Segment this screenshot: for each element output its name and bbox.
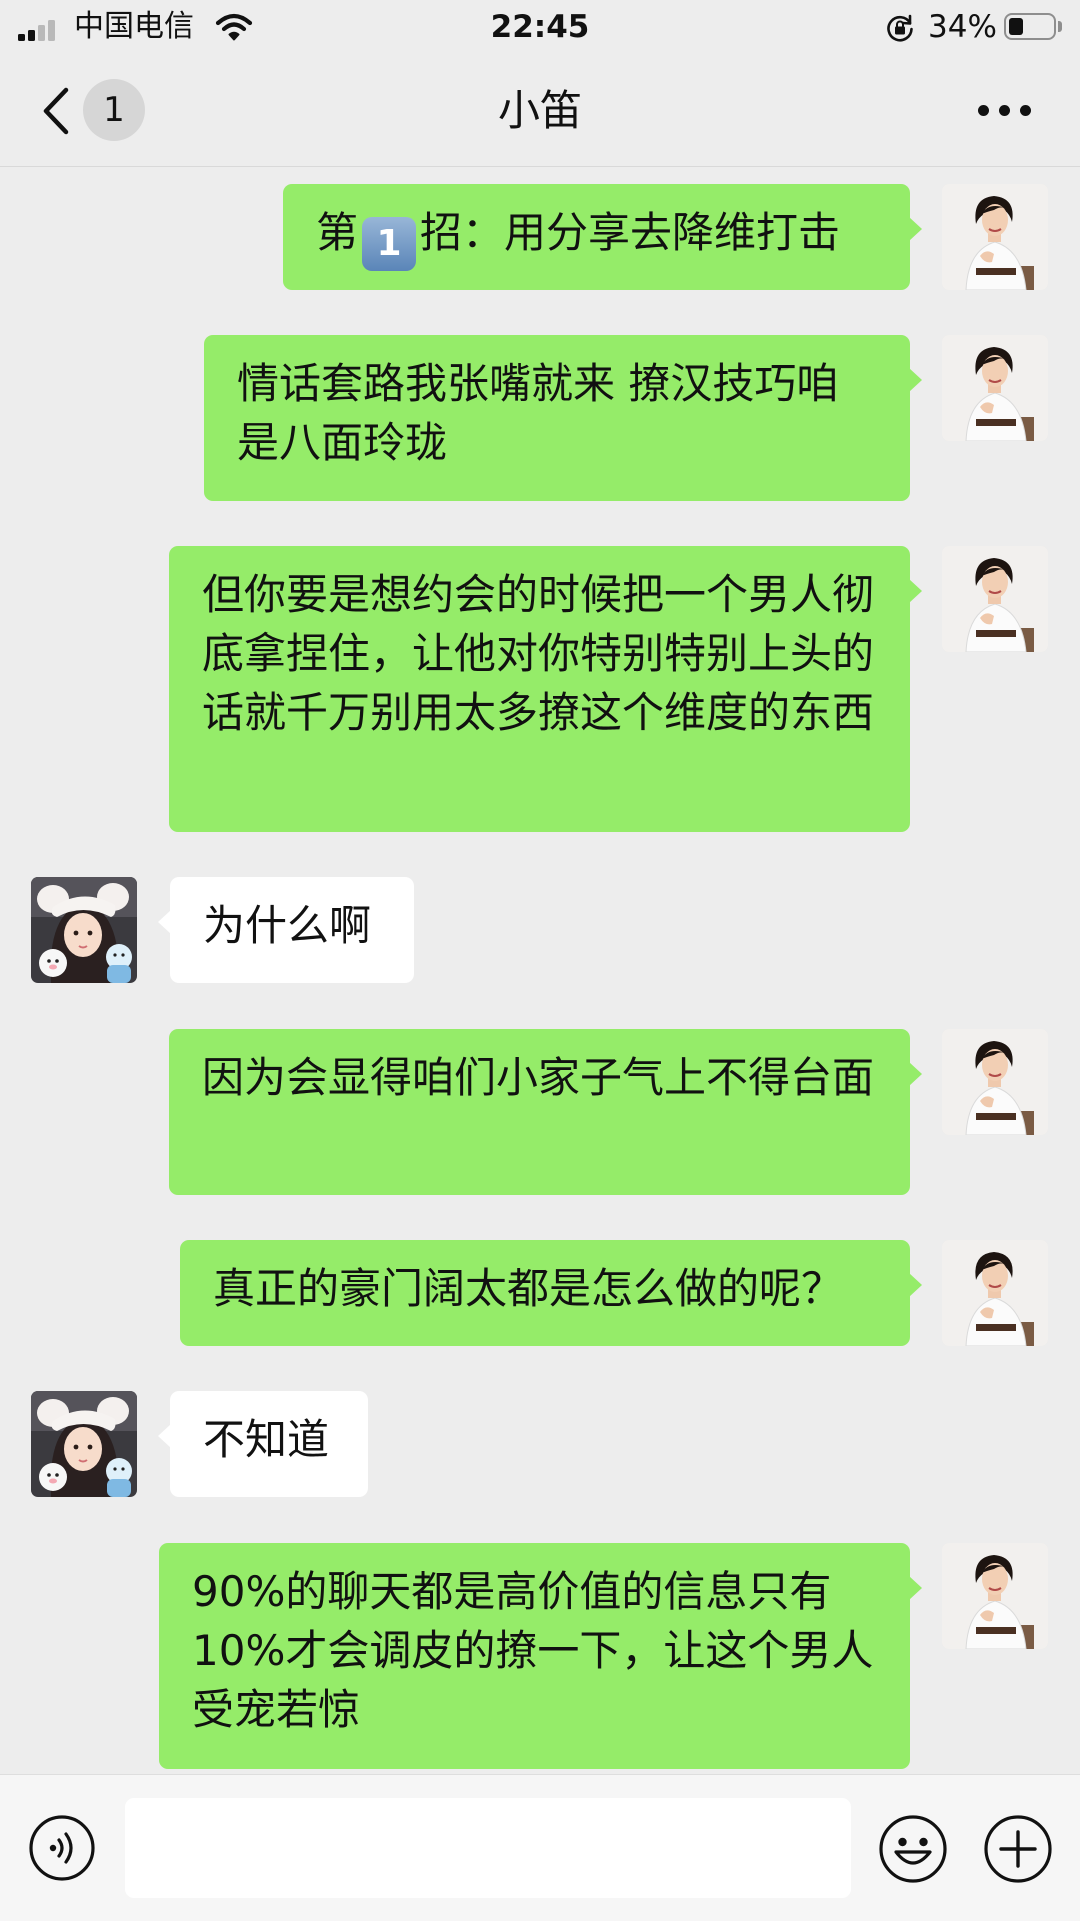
- chat-header: 1 小笛: [0, 56, 1080, 167]
- keycap-number-emoji: 1: [362, 217, 417, 271]
- outgoing-message-bubble[interactable]: 但你要是想约会的时候把一个男人彻底拿捏住，让他对你特别特别上头的话就千万别用太多…: [169, 546, 922, 832]
- my-avatar[interactable]: [942, 1029, 1048, 1135]
- voice-icon[interactable]: [28, 1814, 96, 1882]
- message-input[interactable]: [125, 1798, 851, 1898]
- my-avatar[interactable]: [942, 1240, 1048, 1346]
- message-text: 招：用分享去降维打击: [420, 208, 841, 257]
- more-dots-icon[interactable]: [978, 98, 1032, 122]
- incoming-message-bubble[interactable]: 为什么啊: [158, 877, 414, 983]
- message-text: 但你要是想约会的时候把一个男人彻底拿捏住，让他对你特别特别上头的话就千万别用太多…: [202, 570, 875, 737]
- battery-cap: [1058, 21, 1062, 32]
- message-text: 情话套路我张嘴就来 撩汉技巧咱是八面玲珑: [237, 359, 839, 467]
- outgoing-message-bubble[interactable]: 真正的豪门阔太都是怎么做的呢？: [180, 1240, 922, 1346]
- message-list[interactable]: 第 1 招：用分享去降维打击 情话套路我张嘴就来 撩汉技巧咱是八面玲珑 但你要是想约…: [0, 167, 1080, 1773]
- clock: 22:45: [490, 9, 590, 45]
- emoji-icon[interactable]: [878, 1814, 948, 1884]
- input-bar: [0, 1774, 1080, 1921]
- message-text: 90%的聊天都是高价值的信息只有10%才会调皮的撩一下，让这个男人受宠若惊: [192, 1567, 874, 1734]
- my-avatar[interactable]: [942, 184, 1048, 290]
- outgoing-message-bubble[interactable]: 因为会显得咱们小家子气上不得台面: [169, 1029, 922, 1195]
- plus-circle-icon[interactable]: [983, 1814, 1053, 1884]
- outgoing-message-bubble[interactable]: 情话套路我张嘴就来 撩汉技巧咱是八面玲珑: [204, 335, 922, 501]
- contact-avatar[interactable]: [31, 877, 137, 983]
- message-text: 不知道: [203, 1415, 330, 1464]
- battery-icon: [1004, 13, 1056, 40]
- message-text: 真正的豪门阔太都是怎么做的呢？: [213, 1264, 844, 1313]
- contact-avatar[interactable]: [31, 1391, 137, 1497]
- my-avatar[interactable]: [942, 1543, 1048, 1649]
- outgoing-message-bubble[interactable]: 90%的聊天都是高价值的信息只有10%才会调皮的撩一下，让这个男人受宠若惊: [159, 1543, 922, 1769]
- my-avatar[interactable]: [942, 335, 1048, 441]
- status-bar: 中国电信 22:45 34%: [0, 0, 1080, 56]
- message-text: 为什么啊: [203, 901, 372, 950]
- outgoing-message-bubble[interactable]: 第 1 招：用分享去降维打击: [283, 184, 922, 290]
- incoming-message-bubble[interactable]: 不知道: [158, 1391, 368, 1497]
- my-avatar[interactable]: [942, 546, 1048, 652]
- rotation-lock-icon: [887, 14, 913, 42]
- battery-percent: 34%: [928, 9, 997, 45]
- chat-title: 小笛: [497, 86, 582, 135]
- message-text: 第: [316, 208, 359, 257]
- message-text: 因为会显得咱们小家子气上不得台面: [202, 1053, 875, 1102]
